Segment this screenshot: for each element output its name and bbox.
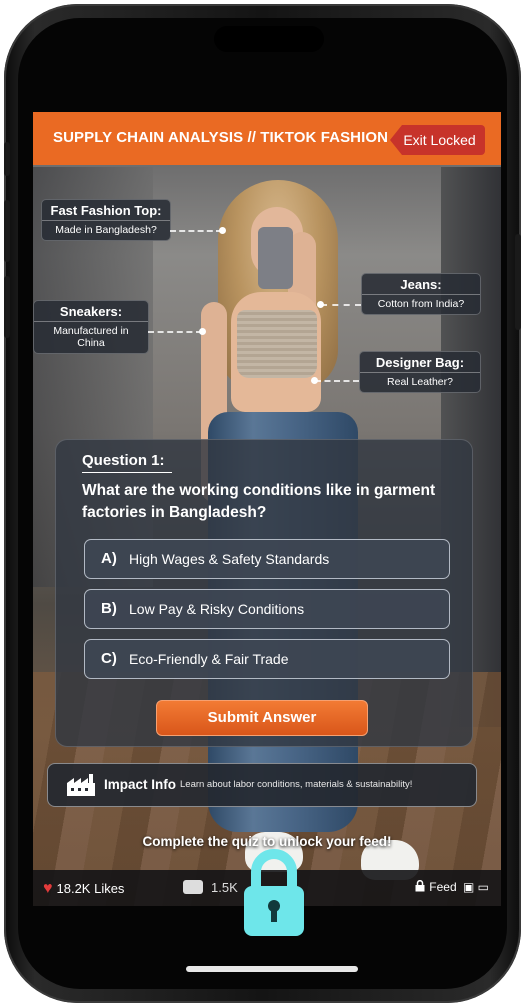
option-text: Eco-Friendly & Fair Trade bbox=[129, 651, 289, 667]
question-underline bbox=[82, 472, 172, 473]
power-button bbox=[515, 234, 521, 330]
mute-button bbox=[4, 142, 10, 176]
tag-jeans[interactable]: Jeans: Cotton from India? bbox=[361, 273, 481, 315]
lock-icon bbox=[415, 879, 425, 892]
lock-icon: ▣ bbox=[462, 880, 475, 894]
option-c-button[interactable]: C) Eco-Friendly & Fair Trade bbox=[84, 639, 450, 679]
option-b-button[interactable]: B) Low Pay & Risky Conditions bbox=[84, 589, 450, 629]
quiz-panel: Question 1: What are the working conditi… bbox=[55, 439, 473, 747]
exit-locked-button[interactable]: Exit Locked bbox=[390, 125, 485, 155]
tag-title: Jeans: bbox=[400, 277, 442, 292]
tag-connector bbox=[315, 380, 359, 382]
option-letter: C) bbox=[101, 650, 117, 667]
impact-info-bar[interactable]: Impact Info Learn about labor conditions… bbox=[47, 763, 477, 807]
crop-top bbox=[237, 310, 317, 378]
feed-label: Feed bbox=[429, 880, 457, 894]
likes-label: 18.2K Likes bbox=[56, 881, 125, 896]
header-bar: SUPPLY CHAIN ANALYSIS // TIKTOK FASHION … bbox=[33, 112, 501, 165]
tag-detail: Made in Bangladesh? bbox=[42, 220, 170, 240]
tag-fast-fashion-top[interactable]: Fast Fashion Top: Made in Bangladesh? bbox=[41, 199, 171, 241]
tag-detail: Cotton from India? bbox=[362, 294, 480, 314]
app-screen: SUPPLY CHAIN ANALYSIS // TIKTOK FASHION … bbox=[33, 112, 501, 906]
comment-icon bbox=[183, 880, 203, 894]
option-text: High Wages & Safety Standards bbox=[129, 551, 330, 567]
tag-anchor-dot bbox=[311, 377, 318, 384]
feed-locked-indicator: Feed ▣ ▭ bbox=[415, 879, 489, 894]
tag-connector bbox=[148, 331, 202, 333]
tag-sneakers[interactable]: Sneakers: Manufactured in China bbox=[33, 300, 149, 354]
volume-down-button bbox=[4, 276, 10, 338]
submit-answer-button[interactable]: Submit Answer bbox=[156, 700, 368, 736]
tv-icon: ▭ bbox=[477, 880, 489, 894]
comments-label: 1.5K bbox=[211, 880, 238, 895]
tag-detail: Manufactured in China bbox=[34, 321, 148, 353]
option-a-button[interactable]: A) High Wages & Safety Standards bbox=[84, 539, 450, 579]
question-number: Question 1: bbox=[82, 452, 165, 469]
impact-title: Impact Info bbox=[104, 777, 177, 792]
tag-title: Designer Bag: bbox=[375, 355, 465, 370]
tag-anchor-dot bbox=[199, 328, 206, 335]
tag-title: Sneakers: bbox=[59, 304, 123, 319]
home-indicator[interactable] bbox=[186, 966, 358, 972]
tag-designer-bag[interactable]: Designer Bag: Real Leather? bbox=[359, 351, 481, 393]
likes-count[interactable]: ♥ 18.2K Likes bbox=[43, 880, 124, 898]
tag-anchor-dot bbox=[317, 301, 324, 308]
tag-title: Fast Fashion Top: bbox=[50, 203, 162, 218]
padlock-icon[interactable] bbox=[242, 848, 306, 938]
question-text: What are the working conditions like in … bbox=[82, 482, 436, 521]
impact-description: Learn about labor conditions, materials … bbox=[180, 779, 413, 790]
selfie-phone bbox=[258, 227, 293, 289]
comments-count[interactable]: 1.5K bbox=[183, 880, 238, 895]
option-letter: B) bbox=[101, 600, 117, 617]
heart-icon: ♥ bbox=[43, 880, 53, 897]
option-text: Low Pay & Risky Conditions bbox=[129, 601, 305, 617]
tag-detail: Real Leather? bbox=[360, 372, 480, 392]
unlock-prompt: Complete the quiz to unlock your feed! bbox=[142, 834, 392, 849]
option-letter: A) bbox=[101, 550, 117, 567]
camera-notch bbox=[214, 26, 324, 52]
header-title: SUPPLY CHAIN ANALYSIS // TIKTOK FASHION bbox=[53, 129, 389, 146]
tag-anchor-dot bbox=[219, 227, 226, 234]
volume-up-button bbox=[4, 200, 10, 262]
tag-connector bbox=[321, 304, 361, 306]
factory-icon bbox=[67, 774, 95, 796]
tag-connector bbox=[170, 230, 222, 232]
